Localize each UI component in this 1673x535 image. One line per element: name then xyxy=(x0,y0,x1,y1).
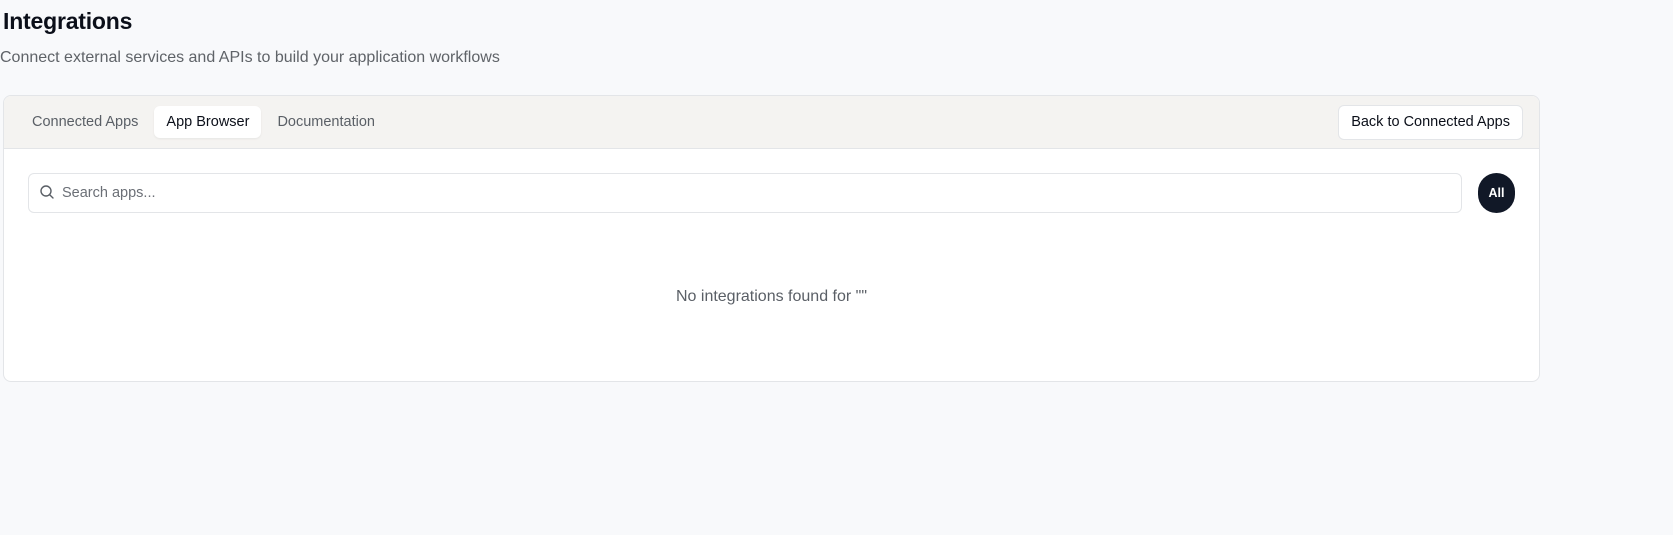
tab-list: Connected Apps App Browser Documentation xyxy=(20,106,387,138)
card-header: Connected Apps App Browser Documentation… xyxy=(4,96,1539,149)
empty-state-message: No integrations found for "" xyxy=(675,288,868,305)
search-box[interactable] xyxy=(28,173,1462,213)
tab-connected-apps[interactable]: Connected Apps xyxy=(20,106,150,138)
page-title: Integrations xyxy=(3,8,133,34)
search-row: All xyxy=(28,173,1515,213)
card-body: All No integrations found for "" xyxy=(4,149,1539,305)
tab-documentation[interactable]: Documentation xyxy=(265,106,387,138)
integrations-card: Connected Apps App Browser Documentation… xyxy=(3,95,1540,382)
search-input[interactable] xyxy=(29,174,1461,212)
filter-all-button[interactable]: All xyxy=(1478,173,1515,213)
search-icon xyxy=(39,184,55,200)
page-subtitle: Connect external services and APIs to bu… xyxy=(0,49,500,66)
tab-app-browser[interactable]: App Browser xyxy=(154,106,262,138)
back-to-connected-apps-button[interactable]: Back to Connected Apps xyxy=(1338,104,1523,140)
